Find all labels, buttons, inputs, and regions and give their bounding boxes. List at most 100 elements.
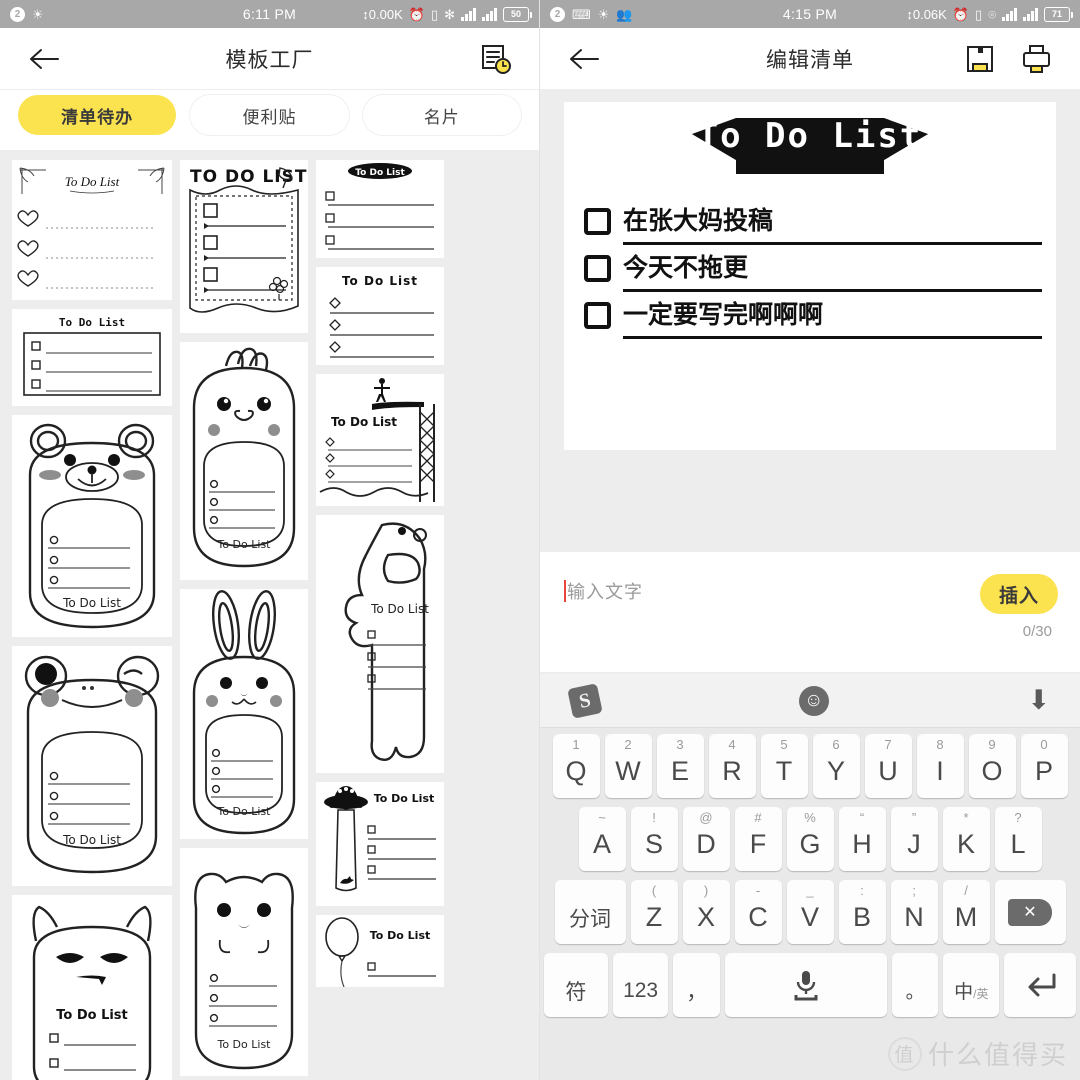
todo-item-list: 在张大妈投稿 今天不拖更 一定要写完啊啊啊: [584, 208, 1042, 339]
key-word-segment[interactable]: 分词: [554, 880, 626, 944]
key-space-microphone[interactable]: [725, 953, 887, 1017]
template-card-diving-board-todo[interactable]: To Do List: [316, 374, 444, 506]
key-v[interactable]: _ V: [786, 880, 834, 944]
template-column-3: To Do List To Do List To Do List To Do L…: [316, 160, 444, 1080]
key-language-toggle[interactable]: 中/英: [943, 953, 1000, 1017]
key-r[interactable]: 4R: [708, 734, 756, 798]
todo-canvas-card[interactable]: To Do List 在张大妈投稿 今天不拖更 一定要写完啊啊啊: [564, 102, 1056, 450]
template-card-plain-diamond-todo[interactable]: To Do List: [316, 267, 444, 365]
tab-business-card[interactable]: 名片: [362, 95, 521, 135]
template-card-dog-todo[interactable]: To Do List: [316, 515, 444, 773]
history-list-icon[interactable]: [473, 37, 517, 81]
key-b[interactable]: :B: [838, 880, 886, 944]
key-y[interactable]: 6Y: [812, 734, 860, 798]
key-d[interactable]: @ D: [682, 807, 730, 871]
todo-item[interactable]: 一定要写完啊啊啊: [584, 302, 1042, 339]
microphone-icon: [794, 971, 818, 1001]
left-phone-pane: 2 ☀ 6:11 PM ↕0.00K ⏰ ▯ ✻ 50 模板工厂 清单待办 便利…: [0, 0, 540, 1080]
checkbox-icon[interactable]: [584, 208, 611, 235]
key-u[interactable]: 7U: [864, 734, 912, 798]
sogou-logo-icon[interactable]: S: [567, 682, 603, 719]
keyboard-row-3: 分词 (Z ) X -C _ V :B ; N / M ✕: [544, 880, 1076, 944]
svg-text:To Do List: To Do List: [342, 274, 418, 288]
checkbox-icon[interactable]: [584, 255, 611, 282]
template-card-frog-todo[interactable]: To Do List: [12, 646, 172, 886]
key-t[interactable]: 5T: [760, 734, 808, 798]
template-card-balloon-todo[interactable]: To Do List: [316, 915, 444, 987]
key-m[interactable]: / M: [942, 880, 990, 944]
key-numbers[interactable]: 123: [612, 953, 669, 1017]
key-i[interactable]: 8I: [916, 734, 964, 798]
editor-body: To Do List 在张大妈投稿 今天不拖更 一定要写完啊啊啊 输入文字 插入…: [540, 90, 1080, 1080]
enter-icon[interactable]: [1004, 953, 1076, 1017]
svg-text:To Do List: To Do List: [216, 805, 271, 818]
watermark: 值 什么值得买: [887, 1035, 1068, 1072]
key-p[interactable]: 0P: [1020, 734, 1068, 798]
emoji-icon[interactable]: ☺: [798, 685, 829, 716]
contacts-icon: 👥: [616, 6, 633, 22]
template-card-bear-todo[interactable]: To Do List: [12, 415, 172, 637]
back-arrow-icon[interactable]: [22, 37, 66, 81]
template-grid-scroll[interactable]: To Do List To Do List To Do List To Do L…: [0, 150, 539, 1080]
alarm-icon: ⏰: [952, 6, 970, 22]
template-card-cat-todo[interactable]: To Do List: [180, 848, 308, 1076]
key-z[interactable]: (Z: [630, 880, 678, 944]
notification-count-badge: 2: [10, 6, 25, 22]
key-x[interactable]: ) X: [682, 880, 730, 944]
todo-item-text: 在张大妈投稿: [623, 207, 774, 235]
key-f[interactable]: # F: [734, 807, 782, 871]
template-card-dino-todo[interactable]: To Do List: [180, 342, 308, 580]
template-card-boxed-checklist-todo[interactable]: To Do List: [12, 309, 172, 406]
save-icon[interactable]: [958, 37, 1002, 81]
todo-item-text: 一定要写完啊啊啊: [623, 301, 824, 329]
key-s[interactable]: ! S: [630, 807, 678, 871]
key-period[interactable]: 。: [891, 953, 939, 1017]
tab-checklist[interactable]: 清单待办: [18, 95, 177, 135]
key-c[interactable]: -C: [734, 880, 782, 944]
brightness-icon: ☀: [32, 6, 44, 22]
status-left-icons: 2 ⌨ ☀ 👥: [550, 6, 633, 22]
left-status-bar: 2 ☀ 6:11 PM ↕0.00K ⏰ ▯ ✻ 50: [0, 0, 539, 28]
key-g[interactable]: % G: [786, 807, 834, 871]
key-n[interactable]: ; N: [890, 880, 938, 944]
template-card-devil-todo[interactable]: To Do List: [12, 895, 172, 1080]
key-l[interactable]: ? L: [994, 807, 1042, 871]
key-k[interactable]: * K: [942, 807, 990, 871]
backspace-icon[interactable]: ✕: [994, 880, 1066, 944]
tab-sticky-note[interactable]: 便利贴: [190, 95, 349, 135]
key-j[interactable]: ” J: [890, 807, 938, 871]
bluetooth-icon: ✻: [444, 6, 455, 22]
insert-button[interactable]: 插入: [980, 574, 1058, 614]
print-icon[interactable]: [1014, 37, 1058, 81]
template-category-tabs: 清单待办 便利贴 名片: [0, 90, 539, 150]
template-card-ornate-hearts-todo[interactable]: To Do List: [12, 160, 172, 300]
keyboard-row-1: 1Q 2W 3E 4R 5T 6Y 7U 8I 9O 0P: [544, 734, 1076, 798]
template-card-black-banner-todo[interactable]: To Do List: [316, 160, 444, 258]
key-comma[interactable]: ，: [673, 953, 721, 1017]
dual-phone-screenshot: 2 ☀ 6:11 PM ↕0.00K ⏰ ▯ ✻ 50 模板工厂 清单待办 便利…: [0, 0, 1080, 1080]
char-counter: 0/30: [1022, 623, 1052, 640]
text-input-field[interactable]: 输入文字: [564, 574, 980, 608]
key-a[interactable]: ~ A: [578, 807, 626, 871]
key-e[interactable]: 3E: [656, 734, 704, 798]
todo-item[interactable]: 在张大妈投稿: [584, 208, 1042, 245]
key-q[interactable]: 1Q: [552, 734, 600, 798]
template-card-rabbit-todo[interactable]: To Do List: [180, 589, 308, 839]
key-o[interactable]: 9O: [968, 734, 1016, 798]
key-h[interactable]: “H: [838, 807, 886, 871]
key-w[interactable]: 2W: [604, 734, 652, 798]
keyboard-toolbar: S ☺ ⬇: [540, 674, 1080, 728]
back-arrow-icon[interactable]: [562, 37, 606, 81]
soft-keyboard: S ☺ ⬇ 1Q 2W 3E 4R 5T 6Y 7U 8I 9O 0 P ~ A…: [540, 674, 1080, 1080]
todo-item-text: 今天不拖更: [623, 254, 749, 282]
template-card-ufo-todo[interactable]: To Do List: [316, 782, 444, 906]
key-symbols[interactable]: 符: [544, 953, 608, 1017]
text-input-zone: 输入文字 插入 0/30: [540, 552, 1080, 672]
svg-text:To Do List: To Do List: [62, 833, 121, 847]
svg-text:To Do List: To Do List: [370, 929, 431, 942]
todo-item[interactable]: 今天不拖更: [584, 255, 1042, 292]
hide-keyboard-icon[interactable]: ⬇: [1027, 687, 1050, 714]
template-card-torn-paper-todo[interactable]: TO DO LIST: [180, 160, 308, 333]
checkbox-icon[interactable]: [584, 302, 611, 329]
todo-item-rule: [623, 242, 1042, 245]
